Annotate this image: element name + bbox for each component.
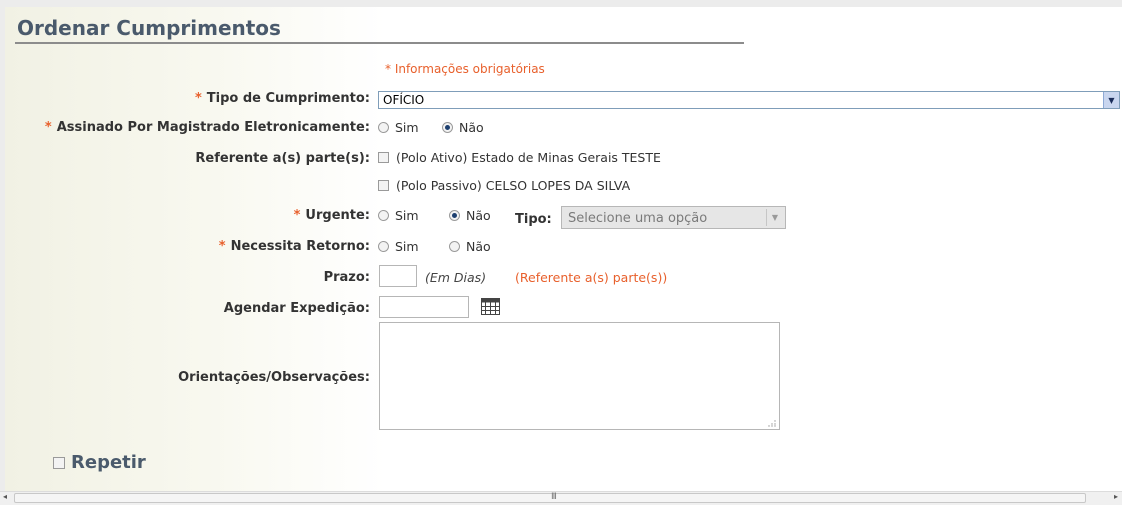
required-mark: * (44, 120, 52, 135)
referente-label: Referente a(s) parte(s): (195, 151, 370, 166)
orientacoes-textarea[interactable] (379, 322, 780, 430)
repetir-checkbox[interactable]: Repetir (53, 452, 146, 473)
checkbox-icon[interactable] (53, 456, 65, 469)
chevron-down-icon[interactable]: ▼ (766, 209, 783, 226)
required-note: * Informações obrigatórias (385, 62, 545, 76)
prazo-input[interactable] (379, 265, 417, 287)
repetir-label: Repetir (71, 452, 146, 473)
retorno-sim-radio[interactable]: Sim (378, 239, 419, 254)
radio-selected-icon[interactable] (449, 210, 460, 221)
page-title: Ordenar Cumprimentos (17, 16, 281, 40)
tipo-cumprimento-label: * Tipo de Cumprimento: (194, 91, 370, 106)
tipo-cumprimento-value: OFÍCIO (383, 93, 425, 107)
scroll-right-icon[interactable]: ▸ (1114, 492, 1118, 501)
parte-polo-passivo-checkbox[interactable]: (Polo Passivo) CELSO LOPES DA SILVA (378, 178, 630, 193)
orientacoes-label: Orientações/Observações: (178, 370, 370, 385)
prazo-unit-hint: (Em Dias) (425, 270, 487, 285)
parte-polo-ativo-checkbox[interactable]: (Polo Ativo) Estado de Minas Gerais TEST… (378, 150, 661, 165)
prazo-ref-hint: (Referente a(s) parte(s)) (515, 270, 668, 285)
tipo-cumprimento-select[interactable]: OFÍCIO ▼ (378, 91, 1120, 109)
required-mark: * (194, 91, 202, 106)
retorno-nao-radio[interactable]: Não (449, 239, 491, 254)
radio-icon[interactable] (378, 122, 389, 133)
calendar-icon[interactable] (481, 298, 500, 315)
urgente-sim-radio[interactable]: Sim (378, 208, 419, 223)
horizontal-scrollbar[interactable]: ◂ III ▸ (0, 491, 1122, 505)
radio-icon[interactable] (378, 241, 389, 252)
scrollbar-thumb[interactable]: III (14, 492, 1086, 503)
urgencia-tipo-select[interactable]: Selecione uma opção ▼ (561, 206, 786, 229)
scrollbar-grip: III (551, 492, 557, 502)
ordenar-cumprimentos-panel: Ordenar Cumprimentos * Informações obrig… (5, 7, 1122, 491)
scroll-left-icon[interactable]: ◂ (3, 492, 7, 501)
assinado-nao-radio[interactable]: Não (442, 120, 484, 135)
urgente-nao-radio[interactable]: Não (449, 208, 491, 223)
resize-grip-icon[interactable] (768, 419, 776, 427)
checkbox-icon[interactable] (378, 152, 389, 163)
urgencia-tipo-placeholder: Selecione uma opção (568, 211, 708, 226)
agendar-expedicao-input[interactable] (379, 296, 469, 318)
chevron-down-icon[interactable]: ▼ (1103, 92, 1119, 108)
required-mark: * (293, 208, 301, 223)
prazo-label: Prazo: (323, 270, 370, 285)
radio-selected-icon[interactable] (442, 122, 453, 133)
assinado-sim-radio[interactable]: Sim (378, 120, 419, 135)
title-divider (15, 42, 744, 44)
urgencia-tipo-label: Tipo: (515, 212, 552, 227)
urgente-label: * Urgente: (293, 208, 370, 223)
assinado-label: * Assinado Por Magistrado Eletronicamente… (44, 120, 370, 135)
required-mark: * (218, 239, 226, 254)
necessita-retorno-label: * Necessita Retorno: (218, 239, 370, 254)
agendar-expedicao-label: Agendar Expedição: (223, 301, 370, 316)
radio-icon[interactable] (378, 210, 389, 221)
checkbox-icon[interactable] (378, 180, 389, 191)
radio-icon[interactable] (449, 241, 460, 252)
